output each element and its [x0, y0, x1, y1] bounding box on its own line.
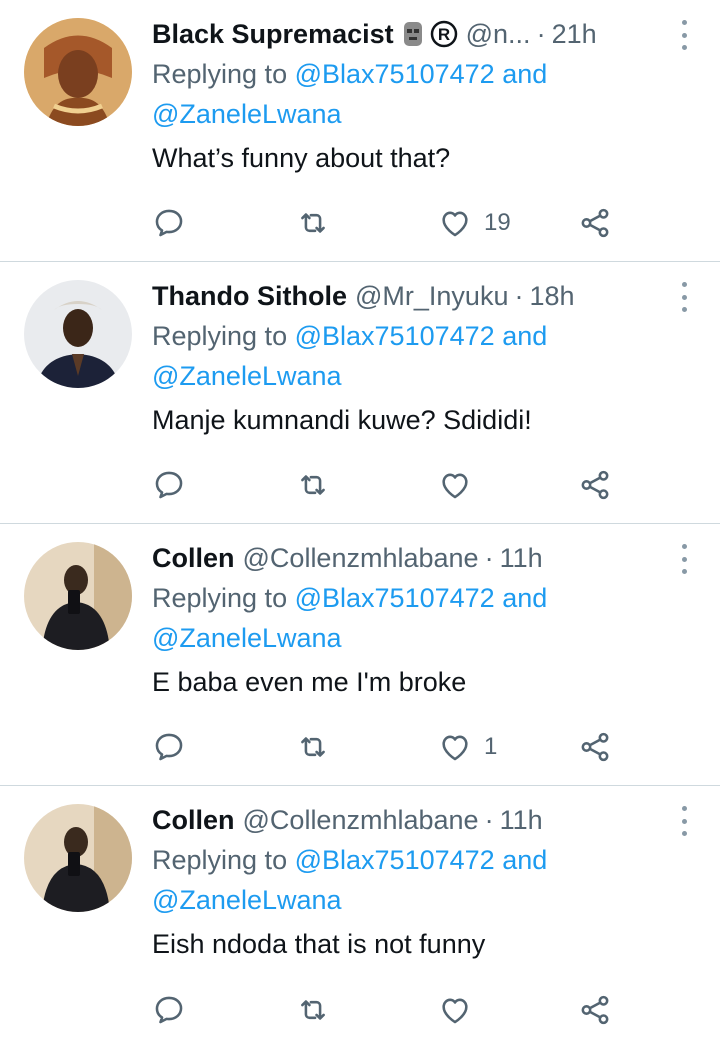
reply-icon	[152, 468, 186, 502]
tweet-header: Collen @Collenzmhlabane · 11h	[152, 800, 696, 840]
reply-button[interactable]	[152, 203, 186, 243]
replying-to: Replying to @Blax75107472 and @ZaneleLwa…	[152, 578, 696, 658]
avatar[interactable]	[24, 542, 132, 650]
replying-to-label: Replying to	[152, 59, 288, 89]
retweet-icon	[296, 206, 330, 240]
reply-icon	[152, 206, 186, 240]
replying-to-label: Replying to	[152, 583, 288, 613]
like-count: 1	[484, 733, 498, 760]
user-handle[interactable]: @Mr_Inyuku	[355, 281, 508, 312]
display-name[interactable]: Collen	[152, 805, 235, 836]
moai-emoji-icon	[403, 22, 422, 46]
like-button[interactable]	[438, 990, 484, 1030]
retweet-button[interactable]	[296, 727, 330, 767]
share-icon	[578, 206, 612, 240]
and-text: and	[502, 321, 548, 351]
tweet-text: What’s funny about that?	[152, 143, 451, 173]
action-bar	[152, 990, 696, 1030]
and-text: and	[502, 583, 548, 613]
retweet-icon	[296, 993, 330, 1027]
tweet-text: Manje kumnandi kuwe? Sdididi!	[152, 405, 532, 435]
action-bar	[152, 465, 696, 505]
separator-dot: ·	[484, 804, 494, 835]
like-button[interactable]: 1	[438, 727, 497, 767]
like-button[interactable]: 19	[438, 203, 511, 243]
like-button[interactable]	[438, 465, 484, 505]
tweet-header: Collen @Collenzmhlabane · 11h	[152, 538, 696, 578]
more-options-icon[interactable]	[672, 544, 696, 574]
mention-link[interactable]: @Blax75107472	[295, 321, 495, 351]
retweet-icon	[296, 468, 330, 502]
timestamp[interactable]: 18h	[529, 281, 574, 312]
user-handle[interactable]: @Collenzmhlabane	[243, 805, 479, 836]
timestamp[interactable]: 11h	[500, 805, 543, 836]
timestamp[interactable]: 11h	[500, 543, 543, 574]
tweet-text: E baba even me I'm broke	[152, 667, 467, 697]
action-bar: 1	[152, 727, 696, 767]
reply-icon	[152, 993, 186, 1027]
reply-button[interactable]	[152, 990, 186, 1030]
like-count: 19	[484, 209, 511, 236]
share-icon	[578, 468, 612, 502]
retweet-button[interactable]	[296, 203, 330, 243]
share-icon	[578, 993, 612, 1027]
more-options-icon[interactable]	[672, 20, 696, 50]
user-handle[interactable]: @n...	[466, 19, 531, 50]
tweet[interactable]: Collen @Collenzmhlabane · 11h Replying t…	[0, 524, 720, 786]
share-button[interactable]	[578, 727, 612, 767]
mention-link[interactable]: @ZaneleLwana	[152, 361, 342, 391]
badges: R	[400, 20, 458, 48]
more-options-icon[interactable]	[672, 282, 696, 312]
mention-link[interactable]: @ZaneleLwana	[152, 99, 342, 129]
display-name[interactable]: Black Supremacist	[152, 19, 394, 50]
share-button[interactable]	[578, 203, 612, 243]
mention-link[interactable]: @Blax75107472	[295, 583, 495, 613]
replying-to: Replying to @Blax75107472 and @ZaneleLwa…	[152, 316, 696, 396]
share-button[interactable]	[578, 465, 612, 505]
separator-dot: ·	[484, 542, 494, 573]
retweet-icon	[296, 730, 330, 764]
replying-to: Replying to @Blax75107472 and @ZaneleLwa…	[152, 54, 696, 134]
like-icon	[438, 468, 472, 502]
retweet-button[interactable]	[296, 465, 330, 505]
tweet-header: Thando Sithole @Mr_Inyuku · 18h	[152, 276, 696, 316]
retweet-button[interactable]	[296, 990, 330, 1030]
timestamp[interactable]: 21h	[552, 19, 597, 50]
reply-button[interactable]	[152, 465, 186, 505]
avatar[interactable]	[24, 804, 132, 912]
reply-icon	[152, 730, 186, 764]
mention-link[interactable]: @Blax75107472	[295, 845, 495, 875]
display-name[interactable]: Collen	[152, 543, 235, 574]
share-icon	[578, 730, 612, 764]
svg-text:R: R	[437, 25, 449, 44]
reply-button[interactable]	[152, 727, 186, 767]
registered-icon: R	[430, 20, 457, 48]
share-button[interactable]	[578, 990, 612, 1030]
replying-to: Replying to @Blax75107472 and @ZaneleLwa…	[152, 840, 696, 920]
display-name[interactable]: Thando Sithole	[152, 281, 347, 312]
more-options-icon[interactable]	[672, 806, 696, 836]
separator-dot: ·	[514, 280, 524, 311]
like-icon	[438, 730, 472, 764]
avatar[interactable]	[24, 18, 132, 126]
and-text: and	[502, 59, 548, 89]
action-bar: 19	[152, 203, 696, 243]
like-icon	[438, 206, 472, 240]
and-text: and	[502, 845, 548, 875]
tweet[interactable]: Collen @Collenzmhlabane · 11h Replying t…	[0, 786, 720, 1048]
mention-link[interactable]: @ZaneleLwana	[152, 885, 342, 915]
tweet[interactable]: Thando Sithole @Mr_Inyuku · 18h Replying…	[0, 262, 720, 524]
user-handle[interactable]: @Collenzmhlabane	[243, 543, 479, 574]
tweet-header: Black Supremacist R @n... · 21h	[152, 14, 696, 54]
mention-link[interactable]: @Blax75107472	[295, 59, 495, 89]
separator-dot: ·	[536, 18, 546, 49]
replying-to-label: Replying to	[152, 321, 288, 351]
tweet[interactable]: Black Supremacist R @n... · 21h Replying…	[0, 0, 720, 262]
tweet-text: Eish ndoda that is not funny	[152, 929, 486, 959]
like-icon	[438, 993, 472, 1027]
avatar[interactable]	[24, 280, 132, 388]
mention-link[interactable]: @ZaneleLwana	[152, 623, 342, 653]
replying-to-label: Replying to	[152, 845, 288, 875]
